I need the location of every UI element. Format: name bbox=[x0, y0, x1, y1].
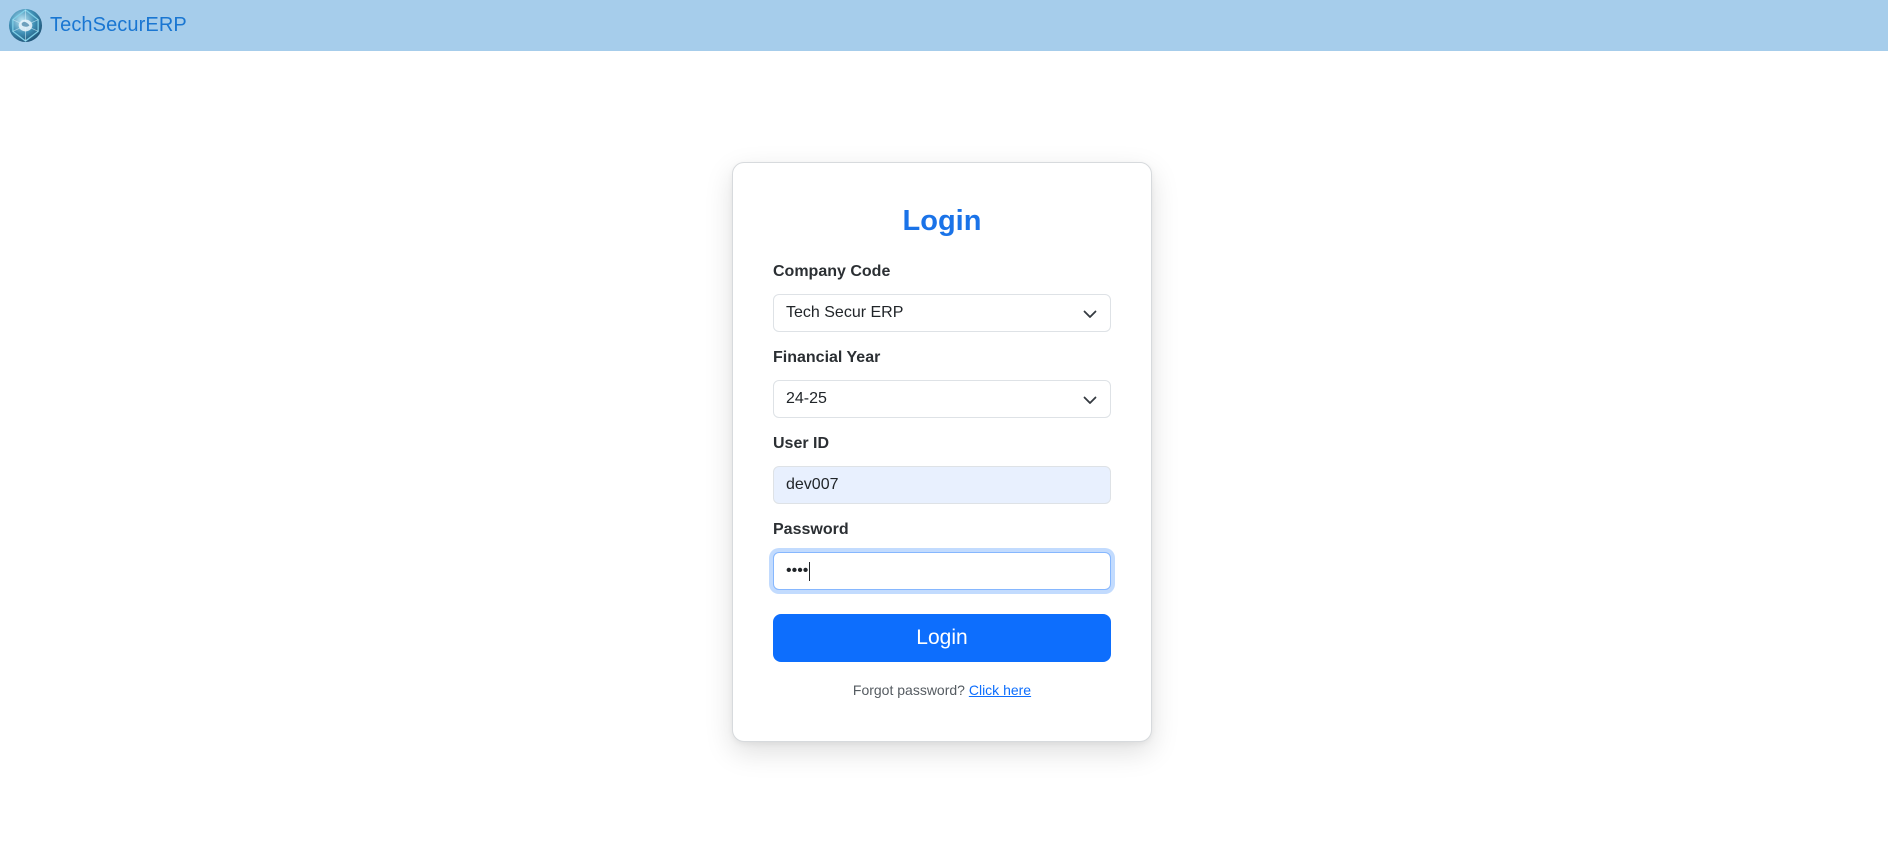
password-label: Password bbox=[773, 521, 849, 538]
login-card: Login Company Code Tech Secur ERP Financ… bbox=[732, 162, 1152, 742]
user-id-value: dev007 bbox=[786, 476, 839, 493]
company-code-select[interactable]: Tech Secur ERP bbox=[773, 294, 1111, 332]
password-masked-value: •••• bbox=[786, 562, 809, 579]
text-caret bbox=[809, 561, 811, 581]
company-code-value: Tech Secur ERP bbox=[786, 304, 904, 321]
financial-year-label: Financial Year bbox=[773, 349, 881, 366]
login-title: Login bbox=[902, 205, 982, 237]
password-input[interactable]: •••• bbox=[773, 552, 1111, 590]
forgot-password-text: Forgot password? bbox=[852, 682, 965, 698]
top-navbar: TechSecurERP bbox=[0, 0, 1888, 51]
company-code-label: Company Code bbox=[773, 263, 891, 280]
brand-name: TechSecurERP bbox=[50, 14, 187, 36]
chevron-down-icon bbox=[1083, 396, 1097, 404]
brand-link[interactable]: TechSecurERP bbox=[8, 8, 187, 43]
globe-logo-icon bbox=[8, 8, 43, 43]
chevron-down-icon bbox=[1083, 310, 1097, 318]
financial-year-select[interactable]: 24-25 bbox=[773, 380, 1111, 418]
user-id-input[interactable]: dev007 bbox=[773, 466, 1111, 504]
forgot-password-link[interactable]: Click here bbox=[969, 682, 1031, 698]
forgot-password-line: Forgot password? Click here bbox=[733, 682, 1151, 698]
financial-year-value: 24-25 bbox=[786, 390, 827, 407]
user-id-label: User ID bbox=[773, 435, 830, 452]
login-button[interactable]: Login bbox=[773, 614, 1111, 662]
